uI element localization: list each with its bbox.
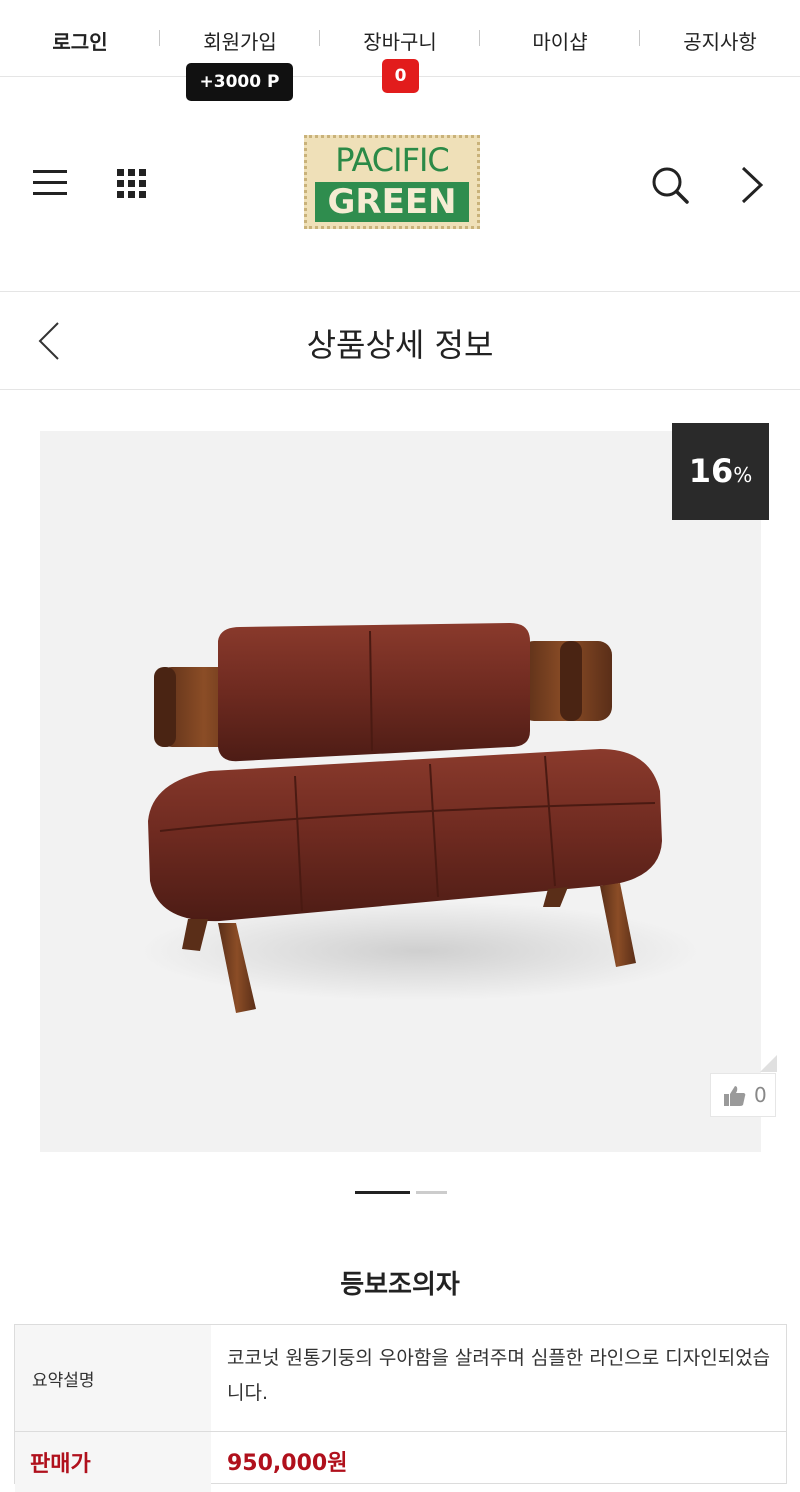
like-corner-fold bbox=[760, 1055, 777, 1072]
summary-label-cell: 요약설명 bbox=[15, 1325, 211, 1431]
like-count: 0 bbox=[754, 1083, 767, 1107]
summary-text: 코코넛 원통기둥의 우아함을 살려주며 심플한 라인으로 디자인되었습니다. bbox=[227, 1347, 771, 1404]
login-link[interactable]: 로그인 bbox=[0, 26, 160, 55]
brand-logo[interactable]: PACIFIC GREEN bbox=[304, 135, 480, 229]
site-header: PACIFIC GREEN bbox=[0, 77, 800, 292]
logo-text-bottom: GREEN bbox=[315, 182, 469, 222]
like-button[interactable]: 0 bbox=[710, 1073, 776, 1117]
notice-link[interactable]: 공지사항 bbox=[640, 26, 800, 55]
cart-link[interactable]: 장바구니 bbox=[320, 26, 480, 55]
gallery-indicator[interactable] bbox=[416, 1191, 447, 1194]
discount-number: 16 bbox=[688, 452, 734, 490]
thumbs-up-icon bbox=[724, 1086, 746, 1106]
signup-points-badge: +3000 P bbox=[186, 63, 293, 101]
product-info-table: 요약설명 코코넛 원통기둥의 우아함을 살려주며 심플한 라인으로 디자인되었습… bbox=[14, 1324, 787, 1492]
cart-count-badge: 0 bbox=[382, 59, 419, 93]
page-title-bar: 상품상세 정보 bbox=[0, 292, 800, 390]
grid-icon[interactable] bbox=[117, 169, 147, 199]
signup-link[interactable]: 회원가입 bbox=[160, 26, 320, 55]
product-image[interactable] bbox=[40, 431, 761, 1152]
sofa-illustration bbox=[140, 623, 700, 1013]
discount-unit: % bbox=[733, 463, 753, 487]
price-label: 판매가 bbox=[30, 1452, 91, 1477]
price-label-cell: 판매가 bbox=[15, 1432, 211, 1492]
summary-row: 요약설명 코코넛 원통기둥의 우아함을 살려주며 심플한 라인으로 디자인되었습… bbox=[15, 1325, 786, 1432]
menu-icon[interactable] bbox=[33, 168, 67, 198]
search-icon[interactable] bbox=[650, 165, 690, 205]
discount-badge: 16% bbox=[672, 423, 769, 520]
product-name: 등보조의자 bbox=[340, 1270, 460, 1300]
gallery-indicator-active[interactable] bbox=[355, 1191, 410, 1194]
price-value: 950,000원 bbox=[227, 1451, 348, 1476]
page-title: 상품상세 정보 bbox=[306, 326, 494, 364]
summary-label: 요약설명 bbox=[32, 1371, 95, 1391]
chevron-right-icon[interactable] bbox=[738, 165, 766, 205]
myshop-link[interactable]: 마이샵 bbox=[480, 26, 640, 55]
logo-text-top: PACIFIC bbox=[335, 141, 450, 179]
